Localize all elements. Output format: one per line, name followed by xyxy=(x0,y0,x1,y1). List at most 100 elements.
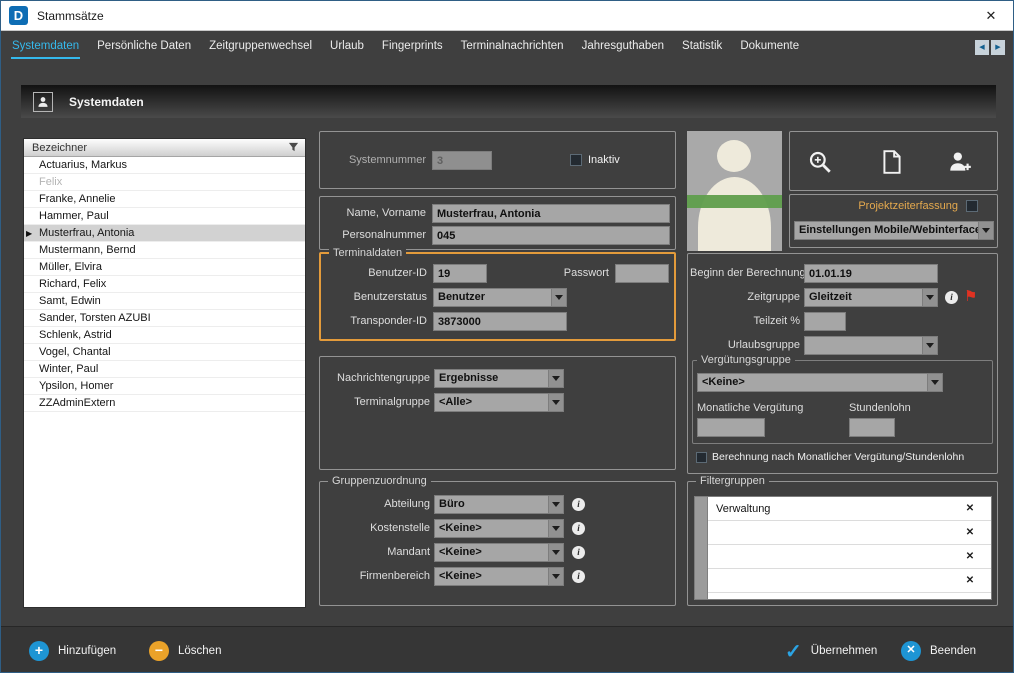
list-item[interactable]: Hammer, Paul xyxy=(24,208,305,225)
beginn-input[interactable] xyxy=(804,264,938,283)
remove-filter-icon[interactable]: ✕ xyxy=(962,545,978,569)
einstellungen-select[interactable]: Einstellungen Mobile/Webinterface xyxy=(794,221,994,240)
mandant-info-icon[interactable]: i xyxy=(572,546,585,559)
verguetungsgruppe-group: Vergütungsgruppe <Keine> Monatliche Verg… xyxy=(692,360,993,444)
firmenbereich-select[interactable]: <Keine> xyxy=(434,567,564,586)
berechnung-label: Berechnung nach Monatlicher Vergütung/St… xyxy=(712,448,964,467)
list-item[interactable]: ZZAdminExtern xyxy=(24,395,305,412)
user-badge-icon xyxy=(33,92,53,112)
teilzeit-input[interactable] xyxy=(804,312,846,331)
kostenstelle-value: <Keine> xyxy=(439,522,482,534)
list-item[interactable]: Sander, Torsten AZUBI xyxy=(24,310,305,327)
verguetungsgruppe-value: <Keine> xyxy=(702,376,745,388)
loeschen-button[interactable]: − Löschen xyxy=(149,627,221,673)
loeschen-label: Löschen xyxy=(178,645,221,657)
tab-fingerprints[interactable]: Fingerprints xyxy=(373,31,452,63)
filter-row[interactable]: ✕ xyxy=(708,545,992,569)
tab-persoenliche-daten[interactable]: Persönliche Daten xyxy=(88,31,200,63)
filtergruppen-title: Filtergruppen xyxy=(696,474,769,488)
tab-urlaub[interactable]: Urlaub xyxy=(321,31,373,63)
kostenstelle-info-icon[interactable]: i xyxy=(572,522,585,535)
mandant-select[interactable]: <Keine> xyxy=(434,543,564,562)
list-item[interactable]: Winter, Paul xyxy=(24,361,305,378)
urlaubsgruppe-select[interactable] xyxy=(804,336,938,355)
person-silhouette-head xyxy=(717,140,751,172)
tabs-scroll-right-icon[interactable]: ▶ xyxy=(991,40,1005,55)
filter-row[interactable]: ✕ xyxy=(708,521,992,545)
filter-row[interactable]: ✕ xyxy=(708,569,992,593)
list-item[interactable]: Vogel, Chantal xyxy=(24,344,305,361)
transponder-id-input[interactable] xyxy=(433,312,567,331)
tab-terminalnachrichten[interactable]: Terminalnachrichten xyxy=(452,31,573,63)
projektzeiterfassung-checkbox[interactable] xyxy=(966,200,978,212)
list-item[interactable]: Ypsilon, Homer xyxy=(24,378,305,395)
kostenstelle-select[interactable]: <Keine> xyxy=(434,519,564,538)
berechnung-checkbox[interactable] xyxy=(696,452,707,463)
list-item[interactable]: Mustermann, Bernd xyxy=(24,242,305,259)
zeitgruppe-flag-icon[interactable]: ⚑ xyxy=(964,287,977,306)
uebernehmen-button[interactable]: ✓ Übernehmen xyxy=(785,627,877,673)
hinzufuegen-button[interactable]: + Hinzufügen xyxy=(29,627,116,673)
passwort-label: Passwort xyxy=(519,264,609,283)
abteilung-select[interactable]: Büro xyxy=(434,495,564,514)
footer-bar: + Hinzufügen − Löschen ✓ Übernehmen ✕ Be… xyxy=(1,626,1013,673)
zoom-search-button[interactable] xyxy=(800,142,840,182)
row-pointer-icon: ▶ xyxy=(26,225,32,242)
stundenlohn-input[interactable] xyxy=(849,418,895,437)
firmenbereich-info-icon[interactable]: i xyxy=(572,570,585,583)
zeitgruppe-select[interactable]: Gleitzeit xyxy=(804,288,938,307)
abteilung-info-icon[interactable]: i xyxy=(572,498,585,511)
list-header[interactable]: Bezeichner xyxy=(24,139,305,157)
benutzer-id-input[interactable] xyxy=(433,264,487,283)
tab-scroll-controls: ◀ ▶ xyxy=(975,40,1005,55)
check-icon: ✓ xyxy=(785,639,802,664)
benutzerstatus-select[interactable]: Benutzer xyxy=(433,288,567,307)
transponder-id-label: Transponder-ID xyxy=(323,312,427,331)
tab-dokumente[interactable]: Dokumente xyxy=(731,31,808,63)
list-item[interactable]: Richard, Felix xyxy=(24,276,305,293)
terminalgruppe-select[interactable]: <Alle> xyxy=(434,393,564,412)
tab-zeitgruppenwechsel[interactable]: Zeitgruppenwechsel xyxy=(200,31,321,63)
list-item[interactable]: Felix xyxy=(24,174,305,191)
passwort-input[interactable] xyxy=(615,264,669,283)
list-item-label: Musterfrau, Antonia xyxy=(39,227,134,239)
list-item-selected[interactable]: ▶ Musterfrau, Antonia xyxy=(24,225,305,242)
chevron-down-icon xyxy=(922,289,937,306)
beenden-button[interactable]: ✕ Beenden xyxy=(901,627,976,673)
tab-bar: Systemdaten Persönliche Daten Zeitgruppe… xyxy=(1,31,1013,63)
tab-statistik[interactable]: Statistik xyxy=(673,31,731,63)
monatliche-verguetung-label: Monatliche Vergütung xyxy=(697,399,803,418)
copy-document-button[interactable] xyxy=(872,142,912,182)
list-item[interactable]: Franke, Annelie xyxy=(24,191,305,208)
systemnummer-label: Systemnummer xyxy=(322,151,426,170)
remove-filter-icon[interactable]: ✕ xyxy=(962,497,978,521)
benutzerstatus-label: Benutzerstatus xyxy=(323,288,427,307)
filter-row[interactable]: Verwaltung ✕ xyxy=(708,497,992,521)
verguetungsgruppe-select[interactable]: <Keine> xyxy=(697,373,943,392)
remove-filter-icon[interactable]: ✕ xyxy=(962,569,978,593)
name-input[interactable] xyxy=(432,204,670,223)
tab-systemdaten[interactable]: Systemdaten xyxy=(3,31,88,63)
mandant-label: Mandant xyxy=(322,543,430,562)
list-item[interactable]: Müller, Elvira xyxy=(24,259,305,276)
remove-filter-icon[interactable]: ✕ xyxy=(962,521,978,545)
personalnummer-input[interactable] xyxy=(432,226,670,245)
magnifier-plus-icon xyxy=(807,149,833,175)
zeitgruppe-info-icon[interactable]: i xyxy=(945,291,958,304)
filtergruppen-row-gutter xyxy=(695,497,708,599)
filter-icon[interactable] xyxy=(288,142,299,153)
close-icon[interactable]: ✕ xyxy=(979,5,1003,27)
abteilung-label: Abteilung xyxy=(322,495,430,514)
teilzeit-label: Teilzeit % xyxy=(690,312,800,331)
add-person-button[interactable] xyxy=(940,142,980,182)
list-item[interactable]: Actuarius, Markus xyxy=(24,157,305,174)
inaktiv-checkbox[interactable] xyxy=(570,154,582,166)
tab-jahresguthaben[interactable]: Jahresguthaben xyxy=(573,31,673,63)
section-title: Systemdaten xyxy=(69,95,144,109)
list-item[interactable]: Schlenk, Astrid xyxy=(24,327,305,344)
chevron-down-icon xyxy=(548,568,563,585)
list-item[interactable]: Samt, Edwin xyxy=(24,293,305,310)
nachrichtengruppe-select[interactable]: Ergebnisse xyxy=(434,369,564,388)
monatliche-verguetung-input[interactable] xyxy=(697,418,765,437)
tabs-scroll-left-icon[interactable]: ◀ xyxy=(975,40,989,55)
